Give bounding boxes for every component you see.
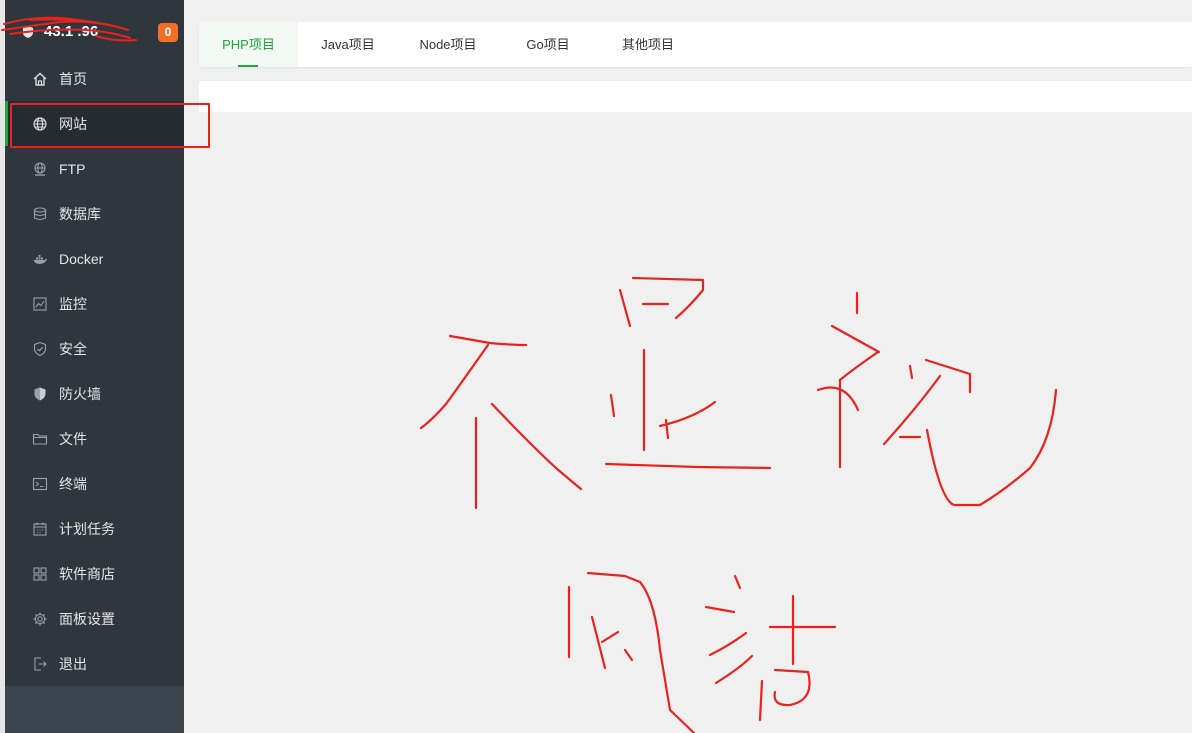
sidebar-item-security[interactable]: 安全	[5, 326, 184, 371]
notice-badge[interactable]: 0	[158, 23, 178, 42]
tab-php-project[interactable]: PHP项目	[199, 22, 298, 67]
sidebar-item-terminal[interactable]: 终端	[5, 461, 184, 506]
sidebar-item-label: 文件	[59, 430, 87, 447]
apps-grid-icon	[32, 566, 48, 582]
ftp-icon	[32, 161, 48, 177]
sidebar-item-firewall[interactable]: 防火墙	[5, 371, 184, 416]
database-icon	[32, 206, 48, 222]
tab-node-project[interactable]: Node项目	[398, 22, 498, 67]
sidebar-item-label: FTP	[59, 160, 86, 177]
sidebar-item-label: 软件商店	[59, 565, 115, 582]
sidebar-item-label: 防火墙	[59, 385, 101, 402]
shield-check-icon	[32, 341, 48, 357]
sidebar-item-panel-settings[interactable]: 面板设置	[5, 596, 184, 641]
sidebar-item-website[interactable]: 网站	[5, 101, 184, 146]
server-ip: 43.1 .96	[44, 23, 99, 40]
terminal-icon	[32, 476, 48, 492]
sidebar-item-label: Docker	[59, 250, 104, 267]
handwriting-strokes	[419, 276, 1058, 733]
server-shield-icon	[21, 25, 35, 39]
sidebar-item-logout[interactable]: 退出	[5, 641, 184, 686]
server-header[interactable]: 43.1 .96 0	[5, 0, 184, 58]
sidebar-item-label: 首页	[59, 70, 87, 87]
sidebar-item-label: 计划任务	[59, 520, 115, 537]
content-toolbar	[199, 81, 1192, 112]
sidebar-item-home[interactable]: 首页	[5, 56, 184, 101]
sidebar-item-label: 终端	[59, 475, 87, 492]
sidebar-item-monitor[interactable]: 监控	[5, 281, 184, 326]
project-tab-bar: PHP项目 Java项目 Node项目 Go项目 其他项目	[199, 22, 1192, 67]
sidebar-item-ftp[interactable]: FTP	[5, 146, 184, 191]
home-icon	[32, 71, 48, 87]
tab-go-project[interactable]: Go项目	[498, 22, 598, 67]
sidebar-item-files[interactable]: 文件	[5, 416, 184, 461]
docker-icon	[32, 251, 48, 267]
sidebar-item-label: 数据库	[59, 205, 101, 222]
monitor-icon	[32, 296, 48, 312]
main-top-strip	[184, 0, 1192, 6]
gear-icon	[32, 611, 48, 627]
logout-icon	[32, 656, 48, 672]
sidebar-item-label: 面板设置	[59, 610, 115, 627]
firewall-shield-icon	[32, 386, 48, 402]
sidebar-menu: 43.1 .96 0 首页 网站 FTP 数据库 Docker 监控 安全 防火…	[5, 0, 184, 686]
calendar-icon	[32, 521, 48, 537]
sidebar-item-database[interactable]: 数据库	[5, 191, 184, 236]
folder-icon	[32, 431, 48, 447]
tab-other-project[interactable]: 其他项目	[598, 22, 698, 67]
sidebar-item-label: 退出	[59, 655, 87, 672]
sidebar-item-label: 监控	[59, 295, 87, 312]
globe-icon	[32, 116, 48, 132]
sidebar-item-cron[interactable]: 计划任务	[5, 506, 184, 551]
sidebar-item-label: 安全	[59, 340, 87, 357]
sidebar-item-label: 网站	[59, 115, 87, 132]
sidebar: 43.1 .96 0 首页 网站 FTP 数据库 Docker 监控 安全 防火…	[5, 0, 184, 733]
sidebar-item-docker[interactable]: Docker	[5, 236, 184, 281]
sidebar-item-app-store[interactable]: 软件商店	[5, 551, 184, 596]
tab-java-project[interactable]: Java项目	[298, 22, 398, 67]
